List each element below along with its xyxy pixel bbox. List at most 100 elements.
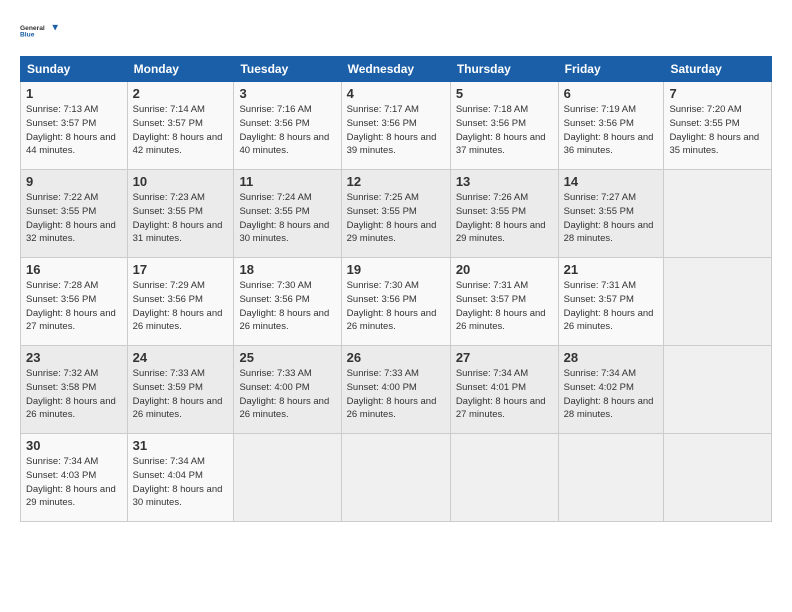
calendar-header-saturday: Saturday (664, 57, 772, 82)
calendar-header-tuesday: Tuesday (234, 57, 341, 82)
calendar-cell: 27 Sunrise: 7:34 AMSunset: 4:01 PMDaylig… (450, 346, 558, 434)
calendar-header-row: SundayMondayTuesdayWednesdayThursdayFrid… (21, 57, 772, 82)
calendar-week-row: 9 Sunrise: 7:22 AMSunset: 3:55 PMDayligh… (21, 170, 772, 258)
calendar-cell: 23 Sunrise: 7:32 AMSunset: 3:58 PMDaylig… (21, 346, 128, 434)
day-number: 13 (456, 174, 553, 189)
day-info: Sunrise: 7:28 AMSunset: 3:56 PMDaylight:… (26, 279, 122, 334)
day-info: Sunrise: 7:30 AMSunset: 3:56 PMDaylight:… (347, 279, 445, 334)
calendar-cell: 17 Sunrise: 7:29 AMSunset: 3:56 PMDaylig… (127, 258, 234, 346)
day-info: Sunrise: 7:22 AMSunset: 3:55 PMDaylight:… (26, 191, 122, 246)
calendar-cell: 19 Sunrise: 7:30 AMSunset: 3:56 PMDaylig… (341, 258, 450, 346)
day-number: 30 (26, 438, 122, 453)
page: General Blue SundayMondayTuesdayWednesda… (0, 0, 792, 612)
calendar-cell (234, 434, 341, 522)
day-number: 11 (239, 174, 335, 189)
day-number: 31 (133, 438, 229, 453)
day-number: 3 (239, 86, 335, 101)
calendar-cell: 14 Sunrise: 7:27 AMSunset: 3:55 PMDaylig… (558, 170, 664, 258)
day-number: 28 (564, 350, 659, 365)
calendar-cell: 20 Sunrise: 7:31 AMSunset: 3:57 PMDaylig… (450, 258, 558, 346)
calendar-header-wednesday: Wednesday (341, 57, 450, 82)
calendar-cell: 11 Sunrise: 7:24 AMSunset: 3:55 PMDaylig… (234, 170, 341, 258)
svg-text:Blue: Blue (20, 32, 35, 39)
day-info: Sunrise: 7:33 AMSunset: 4:00 PMDaylight:… (347, 367, 445, 422)
calendar-header-sunday: Sunday (21, 57, 128, 82)
day-number: 6 (564, 86, 659, 101)
day-number: 18 (239, 262, 335, 277)
day-info: Sunrise: 7:34 AMSunset: 4:01 PMDaylight:… (456, 367, 553, 422)
day-info: Sunrise: 7:16 AMSunset: 3:56 PMDaylight:… (239, 103, 335, 158)
calendar-cell: 2 Sunrise: 7:14 AMSunset: 3:57 PMDayligh… (127, 82, 234, 170)
day-info: Sunrise: 7:18 AMSunset: 3:56 PMDaylight:… (456, 103, 553, 158)
day-number: 21 (564, 262, 659, 277)
calendar-cell: 25 Sunrise: 7:33 AMSunset: 4:00 PMDaylig… (234, 346, 341, 434)
calendar-cell (664, 346, 772, 434)
calendar-cell: 24 Sunrise: 7:33 AMSunset: 3:59 PMDaylig… (127, 346, 234, 434)
day-number: 20 (456, 262, 553, 277)
day-info: Sunrise: 7:34 AMSunset: 4:04 PMDaylight:… (133, 455, 229, 510)
calendar-cell: 7 Sunrise: 7:20 AMSunset: 3:55 PMDayligh… (664, 82, 772, 170)
calendar-cell: 6 Sunrise: 7:19 AMSunset: 3:56 PMDayligh… (558, 82, 664, 170)
calendar-cell (450, 434, 558, 522)
calendar-cell: 3 Sunrise: 7:16 AMSunset: 3:56 PMDayligh… (234, 82, 341, 170)
day-number: 26 (347, 350, 445, 365)
calendar-cell: 1 Sunrise: 7:13 AMSunset: 3:57 PMDayligh… (21, 82, 128, 170)
calendar-cell: 5 Sunrise: 7:18 AMSunset: 3:56 PMDayligh… (450, 82, 558, 170)
calendar-cell: 9 Sunrise: 7:22 AMSunset: 3:55 PMDayligh… (21, 170, 128, 258)
calendar-cell: 21 Sunrise: 7:31 AMSunset: 3:57 PMDaylig… (558, 258, 664, 346)
calendar-week-row: 30 Sunrise: 7:34 AMSunset: 4:03 PMDaylig… (21, 434, 772, 522)
day-info: Sunrise: 7:34 AMSunset: 4:02 PMDaylight:… (564, 367, 659, 422)
day-info: Sunrise: 7:29 AMSunset: 3:56 PMDaylight:… (133, 279, 229, 334)
day-number: 16 (26, 262, 122, 277)
day-info: Sunrise: 7:13 AMSunset: 3:57 PMDaylight:… (26, 103, 122, 158)
calendar-table: SundayMondayTuesdayWednesdayThursdayFrid… (20, 56, 772, 522)
day-number: 5 (456, 86, 553, 101)
calendar-cell: 26 Sunrise: 7:33 AMSunset: 4:00 PMDaylig… (341, 346, 450, 434)
day-info: Sunrise: 7:17 AMSunset: 3:56 PMDaylight:… (347, 103, 445, 158)
day-number: 9 (26, 174, 122, 189)
calendar-week-row: 16 Sunrise: 7:28 AMSunset: 3:56 PMDaylig… (21, 258, 772, 346)
calendar-cell: 30 Sunrise: 7:34 AMSunset: 4:03 PMDaylig… (21, 434, 128, 522)
svg-text:General: General (20, 25, 45, 32)
day-info: Sunrise: 7:33 AMSunset: 3:59 PMDaylight:… (133, 367, 229, 422)
day-info: Sunrise: 7:26 AMSunset: 3:55 PMDaylight:… (456, 191, 553, 246)
calendar-cell: 10 Sunrise: 7:23 AMSunset: 3:55 PMDaylig… (127, 170, 234, 258)
day-info: Sunrise: 7:14 AMSunset: 3:57 PMDaylight:… (133, 103, 229, 158)
calendar-cell: 16 Sunrise: 7:28 AMSunset: 3:56 PMDaylig… (21, 258, 128, 346)
calendar-cell (664, 258, 772, 346)
day-number: 12 (347, 174, 445, 189)
calendar-cell: 13 Sunrise: 7:26 AMSunset: 3:55 PMDaylig… (450, 170, 558, 258)
day-info: Sunrise: 7:32 AMSunset: 3:58 PMDaylight:… (26, 367, 122, 422)
day-info: Sunrise: 7:34 AMSunset: 4:03 PMDaylight:… (26, 455, 122, 510)
day-number: 10 (133, 174, 229, 189)
calendar-cell (664, 170, 772, 258)
calendar-header-thursday: Thursday (450, 57, 558, 82)
calendar-cell (664, 434, 772, 522)
day-number: 23 (26, 350, 122, 365)
day-number: 1 (26, 86, 122, 101)
day-number: 2 (133, 86, 229, 101)
logo-svg: General Blue (20, 16, 58, 46)
day-info: Sunrise: 7:24 AMSunset: 3:55 PMDaylight:… (239, 191, 335, 246)
calendar-week-row: 1 Sunrise: 7:13 AMSunset: 3:57 PMDayligh… (21, 82, 772, 170)
day-number: 7 (669, 86, 766, 101)
day-info: Sunrise: 7:19 AMSunset: 3:56 PMDaylight:… (564, 103, 659, 158)
calendar-cell (558, 434, 664, 522)
day-info: Sunrise: 7:23 AMSunset: 3:55 PMDaylight:… (133, 191, 229, 246)
day-info: Sunrise: 7:33 AMSunset: 4:00 PMDaylight:… (239, 367, 335, 422)
calendar-header-friday: Friday (558, 57, 664, 82)
calendar-week-row: 23 Sunrise: 7:32 AMSunset: 3:58 PMDaylig… (21, 346, 772, 434)
calendar-cell: 18 Sunrise: 7:30 AMSunset: 3:56 PMDaylig… (234, 258, 341, 346)
logo: General Blue (20, 16, 58, 46)
calendar-cell: 31 Sunrise: 7:34 AMSunset: 4:04 PMDaylig… (127, 434, 234, 522)
day-number: 27 (456, 350, 553, 365)
day-info: Sunrise: 7:20 AMSunset: 3:55 PMDaylight:… (669, 103, 766, 158)
header: General Blue (20, 16, 772, 46)
calendar-header-monday: Monday (127, 57, 234, 82)
calendar-cell: 4 Sunrise: 7:17 AMSunset: 3:56 PMDayligh… (341, 82, 450, 170)
calendar-cell: 28 Sunrise: 7:34 AMSunset: 4:02 PMDaylig… (558, 346, 664, 434)
day-info: Sunrise: 7:30 AMSunset: 3:56 PMDaylight:… (239, 279, 335, 334)
day-number: 25 (239, 350, 335, 365)
day-number: 4 (347, 86, 445, 101)
day-info: Sunrise: 7:25 AMSunset: 3:55 PMDaylight:… (347, 191, 445, 246)
